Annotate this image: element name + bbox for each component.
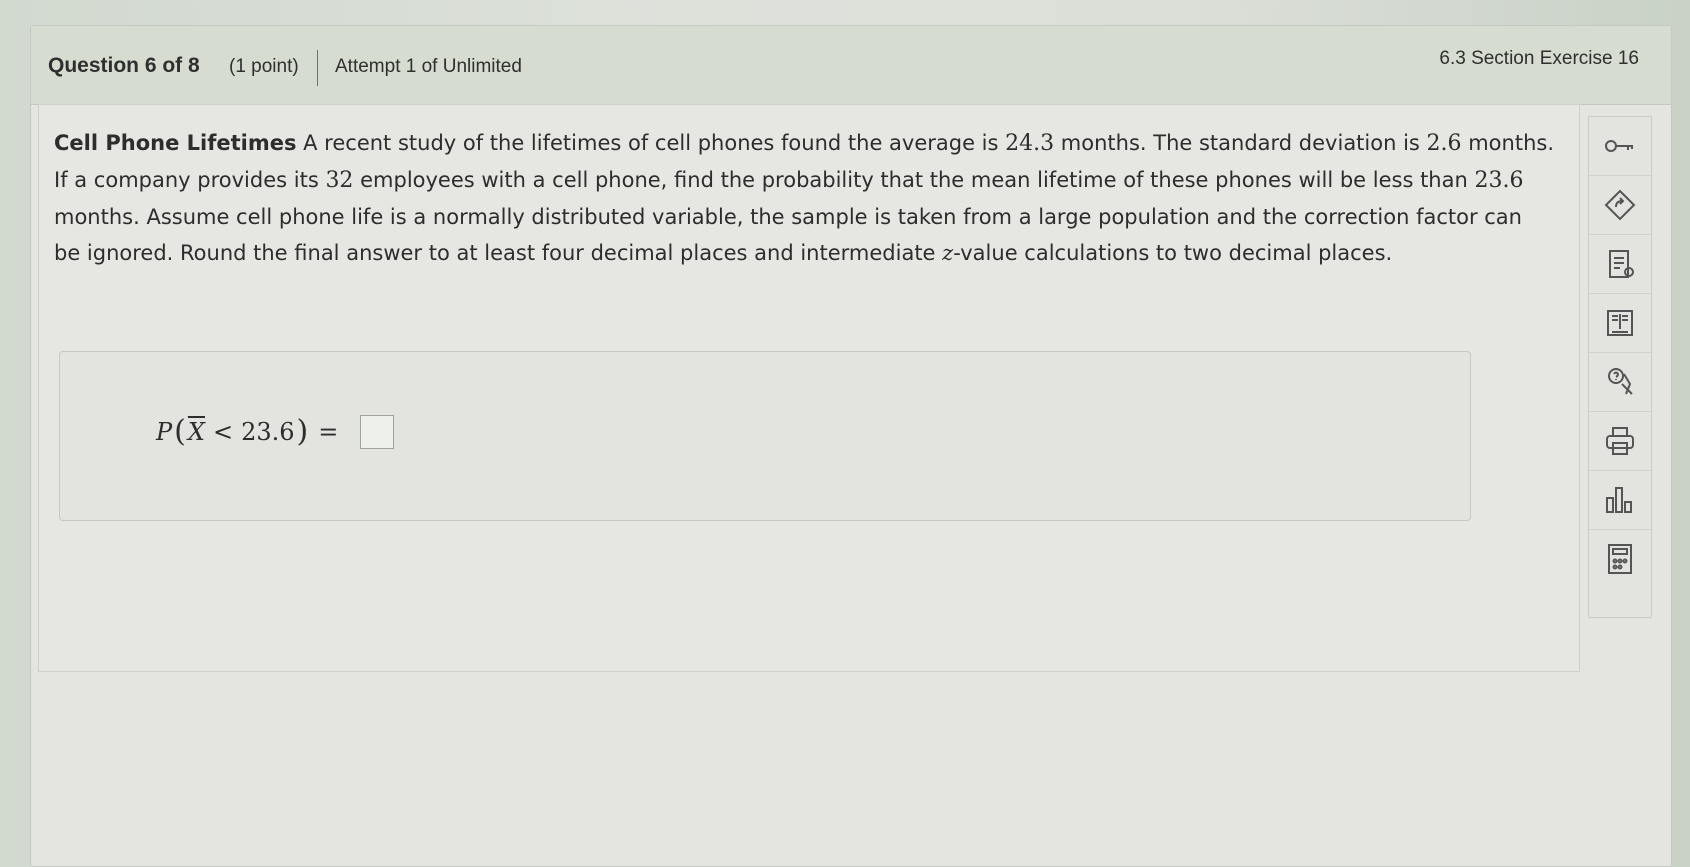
equals-symbol: = xyxy=(318,417,339,446)
print-icon xyxy=(1606,427,1634,455)
question-header: Question 6 of 8 (1 point) Attempt 1 of U… xyxy=(31,26,1671,105)
answer-input[interactable] xyxy=(360,414,395,449)
key-icon xyxy=(1605,140,1633,152)
answer-area: P ( X < 23.6 ) = xyxy=(59,351,1471,521)
question-text-part: months. The standard deviation is xyxy=(1054,131,1427,155)
calculator-button[interactable] xyxy=(1589,530,1651,588)
hint-icon xyxy=(1604,189,1636,221)
key-button[interactable] xyxy=(1589,117,1651,176)
mean-value: 24.3 xyxy=(1005,131,1055,156)
open-paren: ( xyxy=(174,414,186,449)
question-panel: Question 6 of 8 (1 point) Attempt 1 of U… xyxy=(30,25,1672,867)
sample-size-value: 32 xyxy=(325,168,354,193)
question-text: Cell Phone Lifetimes A recent study of t… xyxy=(54,125,1554,271)
question-text-part: employees with a cell phone, find the pr… xyxy=(353,168,1475,192)
probability-expression: P ( X < 23.6 ) = xyxy=(156,414,395,449)
question-text-part: A recent study of the lifetimes of cell … xyxy=(296,131,1006,155)
x-bar-symbol: X xyxy=(187,417,205,446)
header-divider xyxy=(317,50,318,86)
question-points: (1 point) xyxy=(229,56,299,77)
calculator-icon xyxy=(1608,544,1632,574)
question-content: Cell Phone Lifetimes A recent study of t… xyxy=(38,104,1580,672)
help-button[interactable] xyxy=(1589,353,1651,412)
notes-button[interactable] xyxy=(1589,235,1651,294)
statistics-button[interactable] xyxy=(1589,471,1651,530)
question-number: Question 6 of 8 xyxy=(48,54,200,77)
question-text-part: -value calculations to two decimal place… xyxy=(953,241,1393,265)
book-icon xyxy=(1607,310,1633,336)
exercise-label: 6.3 Section Exercise 16 xyxy=(1439,48,1639,69)
hint-button[interactable] xyxy=(1589,176,1651,235)
notes-icon xyxy=(1609,250,1634,278)
chart-icon xyxy=(1606,487,1632,513)
print-button[interactable] xyxy=(1589,412,1651,471)
threshold-value: 23.6 xyxy=(1474,168,1524,193)
help-person-icon xyxy=(1608,368,1633,395)
attempt-info: Attempt 1 of Unlimited xyxy=(335,56,522,77)
prob-symbol: P xyxy=(156,417,173,446)
std-dev-value: 2.6 xyxy=(1426,131,1462,156)
z-variable: z xyxy=(942,241,954,265)
less-than-symbol: < xyxy=(212,417,234,446)
threshold-expr-value: 23.6 xyxy=(241,417,295,446)
question-title: Cell Phone Lifetimes xyxy=(54,131,297,155)
tool-sidebar xyxy=(1588,116,1652,618)
textbook-button[interactable] xyxy=(1589,294,1651,353)
close-paren: ) xyxy=(296,414,309,449)
